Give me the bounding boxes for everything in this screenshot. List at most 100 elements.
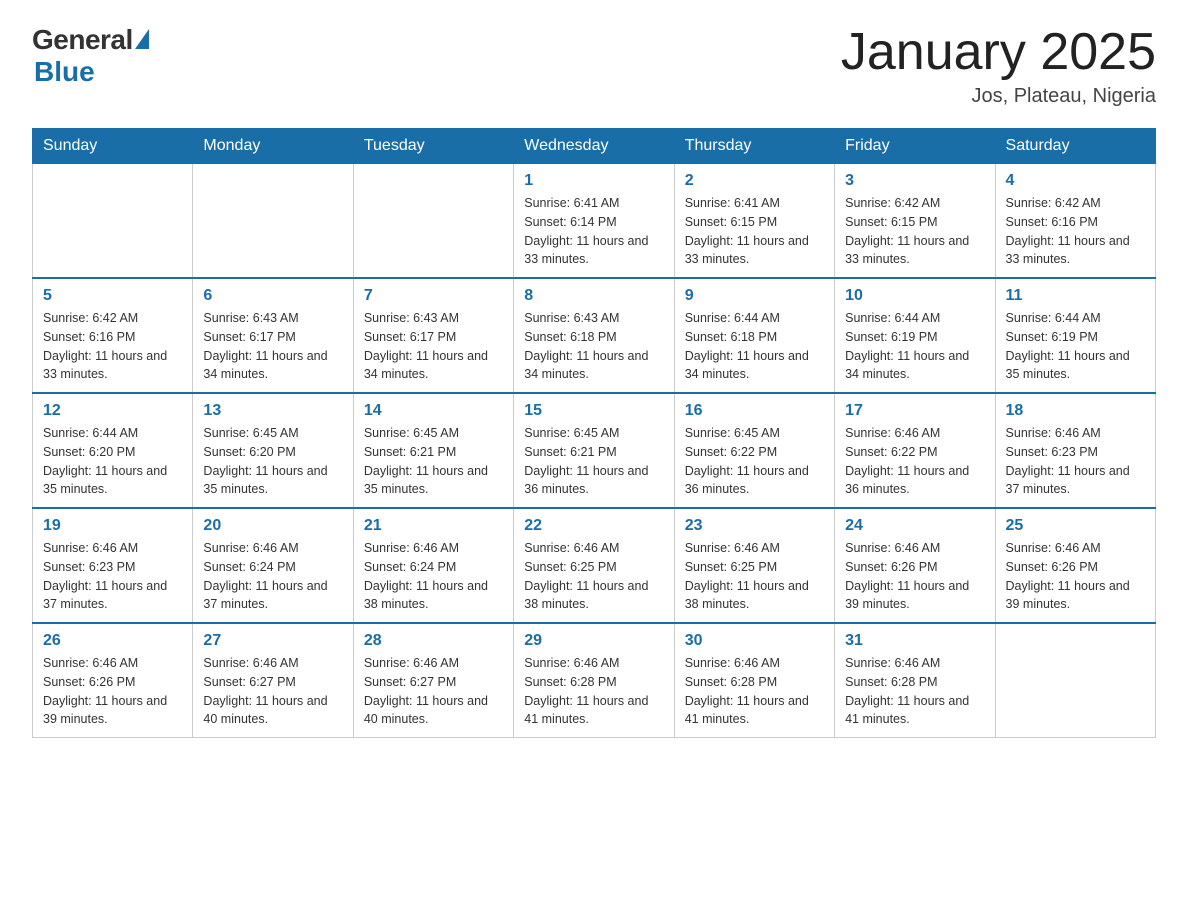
calendar-cell: 5 Sunrise: 6:42 AM Sunset: 6:16 PM Daylig… [33, 278, 193, 393]
calendar-week-row: 19Sunrise: 6:46 AM Sunset: 6:23 PM Dayli… [33, 508, 1156, 623]
column-header-thursday: Thursday [674, 129, 834, 164]
day-info: Sunrise: 6:46 AM Sunset: 6:26 PM Dayligh… [1006, 539, 1145, 614]
day-number: 5 [43, 287, 182, 305]
column-header-saturday: Saturday [995, 129, 1155, 164]
day-info: Sunrise: 6:41 AM Sunset: 6:14 PM Dayligh… [524, 194, 663, 269]
calendar-cell: 31 Sunrise: 6:46 AM Sunset: 6:28 PM Dayli… [835, 623, 995, 738]
day-number: 29 [524, 632, 663, 650]
day-number: 11 [1006, 287, 1145, 305]
calendar-subtitle: Jos, Plateau, Nigeria [841, 85, 1156, 108]
day-number: 14 [364, 402, 503, 420]
day-info: Sunrise: 6:46 AM Sunset: 6:26 PM Dayligh… [845, 539, 984, 614]
calendar-week-row: 5 Sunrise: 6:42 AM Sunset: 6:16 PM Daylig… [33, 278, 1156, 393]
calendar-cell: 18Sunrise: 6:46 AM Sunset: 6:23 PM Dayli… [995, 393, 1155, 508]
day-number: 31 [845, 632, 984, 650]
day-number: 16 [685, 402, 824, 420]
day-number: 28 [364, 632, 503, 650]
day-info: Sunrise: 6:46 AM Sunset: 6:25 PM Dayligh… [524, 539, 663, 614]
day-number: 4 [1006, 172, 1145, 190]
day-info: Sunrise: 6:43 AM Sunset: 6:18 PM Dayligh… [524, 309, 663, 384]
day-info: Sunrise: 6:42 AM Sunset: 6:16 PM Dayligh… [43, 309, 182, 384]
calendar-cell: 3Sunrise: 6:42 AM Sunset: 6:15 PM Daylig… [835, 164, 995, 279]
calendar-cell: 14 Sunrise: 6:45 AM Sunset: 6:21 PM Dayli… [353, 393, 513, 508]
day-info: Sunrise: 6:46 AM Sunset: 6:24 PM Dayligh… [203, 539, 342, 614]
calendar-title: January 2025 [841, 24, 1156, 81]
day-number: 19 [43, 517, 182, 535]
calendar-cell: 9Sunrise: 6:44 AM Sunset: 6:18 PM Daylig… [674, 278, 834, 393]
day-number: 1 [524, 172, 663, 190]
day-number: 30 [685, 632, 824, 650]
calendar-cell: 8 Sunrise: 6:43 AM Sunset: 6:18 PM Daylig… [514, 278, 674, 393]
calendar-table: SundayMondayTuesdayWednesdayThursdayFrid… [32, 128, 1156, 738]
day-info: Sunrise: 6:46 AM Sunset: 6:25 PM Dayligh… [685, 539, 824, 614]
day-number: 7 [364, 287, 503, 305]
day-info: Sunrise: 6:42 AM Sunset: 6:16 PM Dayligh… [1006, 194, 1145, 269]
day-info: Sunrise: 6:41 AM Sunset: 6:15 PM Dayligh… [685, 194, 824, 269]
day-number: 26 [43, 632, 182, 650]
day-info: Sunrise: 6:45 AM Sunset: 6:21 PM Dayligh… [524, 424, 663, 499]
day-info: Sunrise: 6:45 AM Sunset: 6:21 PM Dayligh… [364, 424, 503, 499]
day-info: Sunrise: 6:46 AM Sunset: 6:23 PM Dayligh… [1006, 424, 1145, 499]
day-number: 8 [524, 287, 663, 305]
day-info: Sunrise: 6:44 AM Sunset: 6:19 PM Dayligh… [1006, 309, 1145, 384]
day-info: Sunrise: 6:46 AM Sunset: 6:22 PM Dayligh… [845, 424, 984, 499]
calendar-cell: 19Sunrise: 6:46 AM Sunset: 6:23 PM Dayli… [33, 508, 193, 623]
calendar-cell [33, 164, 193, 279]
calendar-cell [193, 164, 353, 279]
day-info: Sunrise: 6:46 AM Sunset: 6:24 PM Dayligh… [364, 539, 503, 614]
day-info: Sunrise: 6:46 AM Sunset: 6:26 PM Dayligh… [43, 654, 182, 729]
logo-general-text: General [32, 24, 133, 56]
calendar-cell: 12 Sunrise: 6:44 AM Sunset: 6:20 PM Dayli… [33, 393, 193, 508]
calendar-cell: 6Sunrise: 6:43 AM Sunset: 6:17 PM Daylig… [193, 278, 353, 393]
day-info: Sunrise: 6:46 AM Sunset: 6:28 PM Dayligh… [845, 654, 984, 729]
day-info: Sunrise: 6:46 AM Sunset: 6:27 PM Dayligh… [364, 654, 503, 729]
calendar-cell: 11 Sunrise: 6:44 AM Sunset: 6:19 PM Dayli… [995, 278, 1155, 393]
day-info: Sunrise: 6:44 AM Sunset: 6:20 PM Dayligh… [43, 424, 182, 499]
calendar-cell: 10 Sunrise: 6:44 AM Sunset: 6:19 PM Dayli… [835, 278, 995, 393]
calendar-week-row: 26 Sunrise: 6:46 AM Sunset: 6:26 PM Dayli… [33, 623, 1156, 738]
day-number: 20 [203, 517, 342, 535]
logo-triangle-icon [135, 29, 149, 49]
column-header-sunday: Sunday [33, 129, 193, 164]
calendar-cell: 23 Sunrise: 6:46 AM Sunset: 6:25 PM Dayli… [674, 508, 834, 623]
day-info: Sunrise: 6:46 AM Sunset: 6:28 PM Dayligh… [685, 654, 824, 729]
calendar-cell: 26 Sunrise: 6:46 AM Sunset: 6:26 PM Dayli… [33, 623, 193, 738]
day-info: Sunrise: 6:42 AM Sunset: 6:15 PM Dayligh… [845, 194, 984, 269]
calendar-week-row: 1 Sunrise: 6:41 AM Sunset: 6:14 PM Daylig… [33, 164, 1156, 279]
calendar-cell: 2 Sunrise: 6:41 AM Sunset: 6:15 PM Daylig… [674, 164, 834, 279]
day-number: 23 [685, 517, 824, 535]
day-number: 2 [685, 172, 824, 190]
day-number: 15 [524, 402, 663, 420]
column-header-monday: Monday [193, 129, 353, 164]
calendar-cell: 30 Sunrise: 6:46 AM Sunset: 6:28 PM Dayli… [674, 623, 834, 738]
calendar-cell [353, 164, 513, 279]
day-number: 22 [524, 517, 663, 535]
day-number: 21 [364, 517, 503, 535]
day-number: 27 [203, 632, 342, 650]
calendar-cell: 7 Sunrise: 6:43 AM Sunset: 6:17 PM Daylig… [353, 278, 513, 393]
day-number: 25 [1006, 517, 1145, 535]
title-section: January 2025 Jos, Plateau, Nigeria [841, 24, 1156, 108]
day-number: 12 [43, 402, 182, 420]
day-number: 17 [845, 402, 984, 420]
calendar-week-row: 12 Sunrise: 6:44 AM Sunset: 6:20 PM Dayli… [33, 393, 1156, 508]
page-header: General Blue January 2025 Jos, Plateau, … [32, 24, 1156, 108]
calendar-cell: 22 Sunrise: 6:46 AM Sunset: 6:25 PM Dayli… [514, 508, 674, 623]
day-number: 10 [845, 287, 984, 305]
calendar-cell: 1 Sunrise: 6:41 AM Sunset: 6:14 PM Daylig… [514, 164, 674, 279]
calendar-cell: 25 Sunrise: 6:46 AM Sunset: 6:26 PM Dayli… [995, 508, 1155, 623]
calendar-cell: 15 Sunrise: 6:45 AM Sunset: 6:21 PM Dayli… [514, 393, 674, 508]
calendar-cell: 21 Sunrise: 6:46 AM Sunset: 6:24 PM Dayli… [353, 508, 513, 623]
day-number: 6 [203, 287, 342, 305]
logo: General Blue [32, 24, 149, 88]
calendar-cell: 24Sunrise: 6:46 AM Sunset: 6:26 PM Dayli… [835, 508, 995, 623]
day-number: 13 [203, 402, 342, 420]
day-info: Sunrise: 6:43 AM Sunset: 6:17 PM Dayligh… [364, 309, 503, 384]
day-info: Sunrise: 6:44 AM Sunset: 6:19 PM Dayligh… [845, 309, 984, 384]
day-info: Sunrise: 6:45 AM Sunset: 6:20 PM Dayligh… [203, 424, 342, 499]
calendar-cell [995, 623, 1155, 738]
calendar-cell: 20 Sunrise: 6:46 AM Sunset: 6:24 PM Dayli… [193, 508, 353, 623]
column-header-wednesday: Wednesday [514, 129, 674, 164]
logo-blue-text: Blue [34, 56, 95, 88]
calendar-cell: 16Sunrise: 6:45 AM Sunset: 6:22 PM Dayli… [674, 393, 834, 508]
